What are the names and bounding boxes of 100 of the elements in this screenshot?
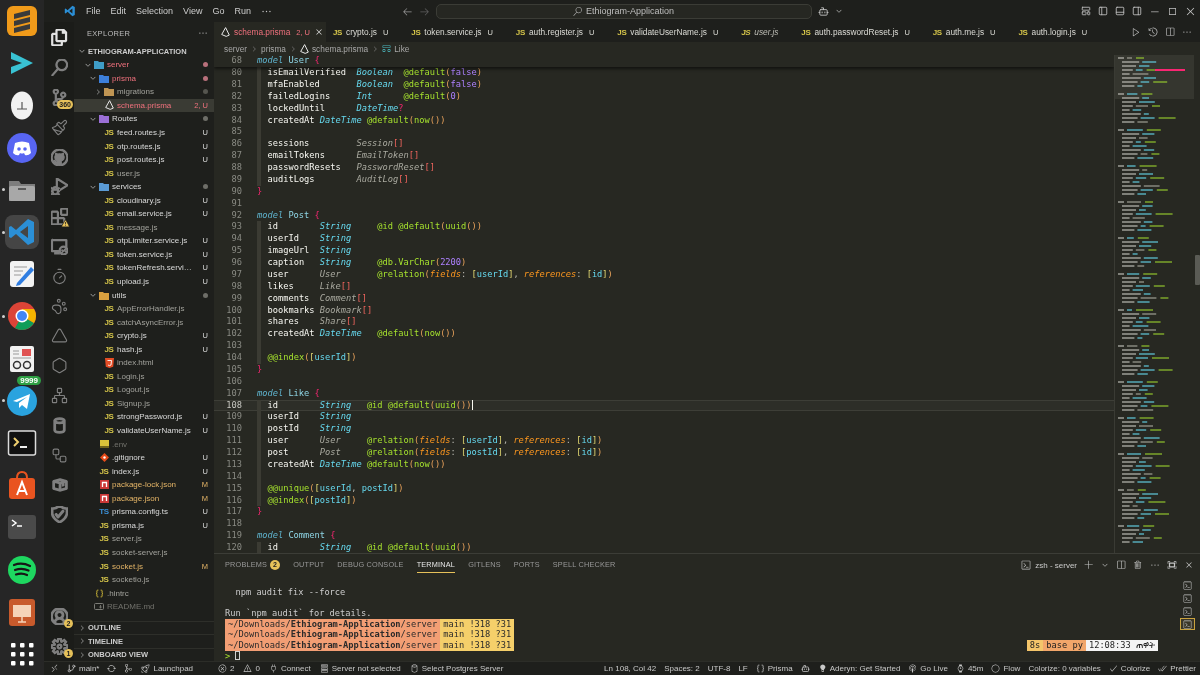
status-bar-item[interactable]: 45m <box>955 664 984 673</box>
sync-icon[interactable] <box>107 664 117 673</box>
status-bar-item[interactable]: 2 <box>218 664 235 673</box>
tree-item[interactable]: README.md <box>74 599 214 614</box>
settings-icon[interactable] <box>50 637 68 655</box>
scrollbar-thumb[interactable] <box>1194 255 1200 285</box>
account-icon[interactable] <box>50 607 68 625</box>
close-icon[interactable] <box>1185 5 1196 17</box>
tree-item[interactable]: JS Signup.js <box>74 396 214 411</box>
tree-item[interactable]: JS message.js <box>74 220 214 235</box>
split-editor-icon[interactable] <box>1165 27 1175 37</box>
run-icon[interactable] <box>1131 27 1141 37</box>
add-icon[interactable] <box>1084 560 1094 570</box>
breadcrumb-item[interactable]: server <box>224 43 248 54</box>
menu-item[interactable]: Selection <box>136 6 174 16</box>
status-bar-item[interactable]: Prettier <box>1158 664 1196 673</box>
terminal-selector[interactable]: zsh - server <box>1021 560 1077 570</box>
code-line: userId String <box>267 411 352 424</box>
toggle-sidebar-icon[interactable] <box>1098 6 1108 16</box>
tree-item[interactable]: JS user.js <box>74 166 214 180</box>
merge-icon[interactable] <box>124 664 134 673</box>
run-debug-icon[interactable] <box>50 178 68 196</box>
timer-icon[interactable] <box>50 267 68 285</box>
remote-icon[interactable] <box>50 664 59 673</box>
diagram-icon[interactable] <box>50 446 68 464</box>
terminal-tab[interactable] <box>1179 618 1195 630</box>
tree-item[interactable]: JS Login.js <box>74 369 214 384</box>
bot-icon[interactable] <box>800 664 810 673</box>
box-icon[interactable] <box>50 476 68 494</box>
close-icon[interactable] <box>313 27 324 37</box>
paw-icon[interactable] <box>50 297 68 315</box>
folder-item[interactable]: Routes <box>74 112 214 126</box>
dock-item[interactable] <box>5 383 39 418</box>
tree-item[interactable]: .hintrc <box>74 586 214 600</box>
status-bar-item[interactable]: Aderyn: Get Started <box>817 664 901 673</box>
history-icon[interactable] <box>1148 27 1158 37</box>
folder-item[interactable]: utils <box>74 288 214 302</box>
status-bar-item[interactable]: Go Live <box>908 664 948 673</box>
trash-icon[interactable] <box>1133 560 1143 570</box>
monitor-icon[interactable] <box>50 237 68 255</box>
status-bar-item[interactable]: main* <box>67 664 100 673</box>
toggle-secondary-sidebar-icon[interactable] <box>1132 6 1142 16</box>
status-bar-item[interactable]: Flow <box>991 664 1021 673</box>
hierarchy-icon[interactable] <box>50 386 68 404</box>
status-bar-item[interactable]: Spaces: 2 <box>664 664 700 673</box>
triangle-icon[interactable] <box>50 327 68 345</box>
database-icon[interactable] <box>50 416 68 434</box>
js-file-icon: JS <box>104 195 114 205</box>
search-icon[interactable] <box>50 59 68 77</box>
close-icon[interactable] <box>1184 560 1194 570</box>
hexagon-icon[interactable] <box>50 357 68 375</box>
tree-item[interactable]: .env <box>74 437 214 451</box>
folder-item[interactable]: migrations <box>74 85 214 99</box>
dock-item[interactable] <box>5 130 39 165</box>
editor-tab[interactable]: JS user.js <box>734 22 795 42</box>
tree-item[interactable]: JS AppErrorHandler.js <box>74 301 214 316</box>
bot-icon[interactable] <box>817 5 829 17</box>
tree-item[interactable]: JS socket-server.js <box>74 545 214 560</box>
breadcrumb-item[interactable]: Like <box>382 43 410 54</box>
dock-item[interactable] <box>5 4 39 39</box>
tree-item[interactable]: JS server.js <box>74 532 214 546</box>
folder-item[interactable]: prisma <box>74 71 214 86</box>
tree-item[interactable]: index.html <box>74 356 214 370</box>
status-bar-item[interactable]: UTF-8 <box>707 664 731 673</box>
tree-item[interactable]: JS socketio.js <box>74 572 214 587</box>
paintbrush-icon[interactable] <box>50 118 68 136</box>
js-file-icon: JS <box>104 263 114 273</box>
folder-item[interactable]: server <box>74 58 214 72</box>
tree-item[interactable]: JS catchAsyncError.js <box>74 315 214 329</box>
status-bar-item[interactable]: Prisma <box>755 664 793 673</box>
cat-logo-icon[interactable] <box>50 148 68 166</box>
menu-item[interactable]: File <box>86 6 101 16</box>
status-bar-item[interactable]: 0 <box>243 664 260 673</box>
status-bar-item[interactable]: Colorize <box>1108 664 1151 673</box>
status-bar-item[interactable]: Server not selected <box>319 664 401 673</box>
tree-item[interactable]: JS Logout.js <box>74 383 214 397</box>
menu-item[interactable]: Edit <box>110 6 127 16</box>
toggle-panel-icon[interactable] <box>1115 6 1125 16</box>
status-bar-item[interactable]: Launchpad <box>141 664 194 673</box>
extensions-icon[interactable] <box>50 208 68 226</box>
maximize-icon[interactable] <box>1167 5 1178 17</box>
split-icon[interactable] <box>1116 560 1126 570</box>
menu-item[interactable]: View <box>183 6 203 16</box>
layout-icon[interactable] <box>1081 6 1091 16</box>
status-bar-item[interactable]: Colorize: 0 variables <box>1028 664 1101 673</box>
status-bar-item[interactable]: Ln 108, Col 42 <box>604 664 657 673</box>
back-arrow-icon[interactable] <box>401 5 413 17</box>
status-bar-item[interactable]: Connect <box>268 664 311 673</box>
status-bar-item[interactable]: Select Postgres Server <box>409 664 504 673</box>
menu-item[interactable]: Run <box>234 6 251 16</box>
files-icon[interactable] <box>50 29 68 47</box>
menu-item[interactable]: Go <box>212 6 225 16</box>
maximize-icon[interactable] <box>1167 560 1177 570</box>
shield-icon[interactable] <box>50 506 68 524</box>
js-file-icon: JS <box>104 344 114 354</box>
breadcrumb-item[interactable]: schema.prisma <box>299 43 369 54</box>
folder-item[interactable]: services <box>74 179 214 194</box>
breadcrumb-item[interactable]: prisma <box>261 43 286 54</box>
status-bar-item[interactable]: LF <box>738 664 748 673</box>
command-center[interactable]: Ethiogram-Application <box>435 3 812 19</box>
